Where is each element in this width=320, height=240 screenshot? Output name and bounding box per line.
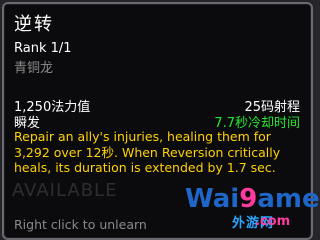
- spell-name: 逆转: [14, 14, 54, 35]
- spell-rank: Rank 1/1: [14, 41, 72, 56]
- spell-tooltip: 逆转 Rank 1/1 青铜龙 1,250法力值 25码射程 瞬发 7.7秒冷却…: [2, 2, 313, 240]
- watermark-domain: .com: [255, 214, 291, 229]
- spell-description: Repair an ally's injuries, healing them …: [14, 129, 281, 175]
- available-faded-text: AVAILABLE: [12, 180, 118, 201]
- spell-subtext: 青铜龙: [14, 61, 54, 76]
- unlearn-hint[interactable]: Right click to unlearn: [14, 217, 147, 232]
